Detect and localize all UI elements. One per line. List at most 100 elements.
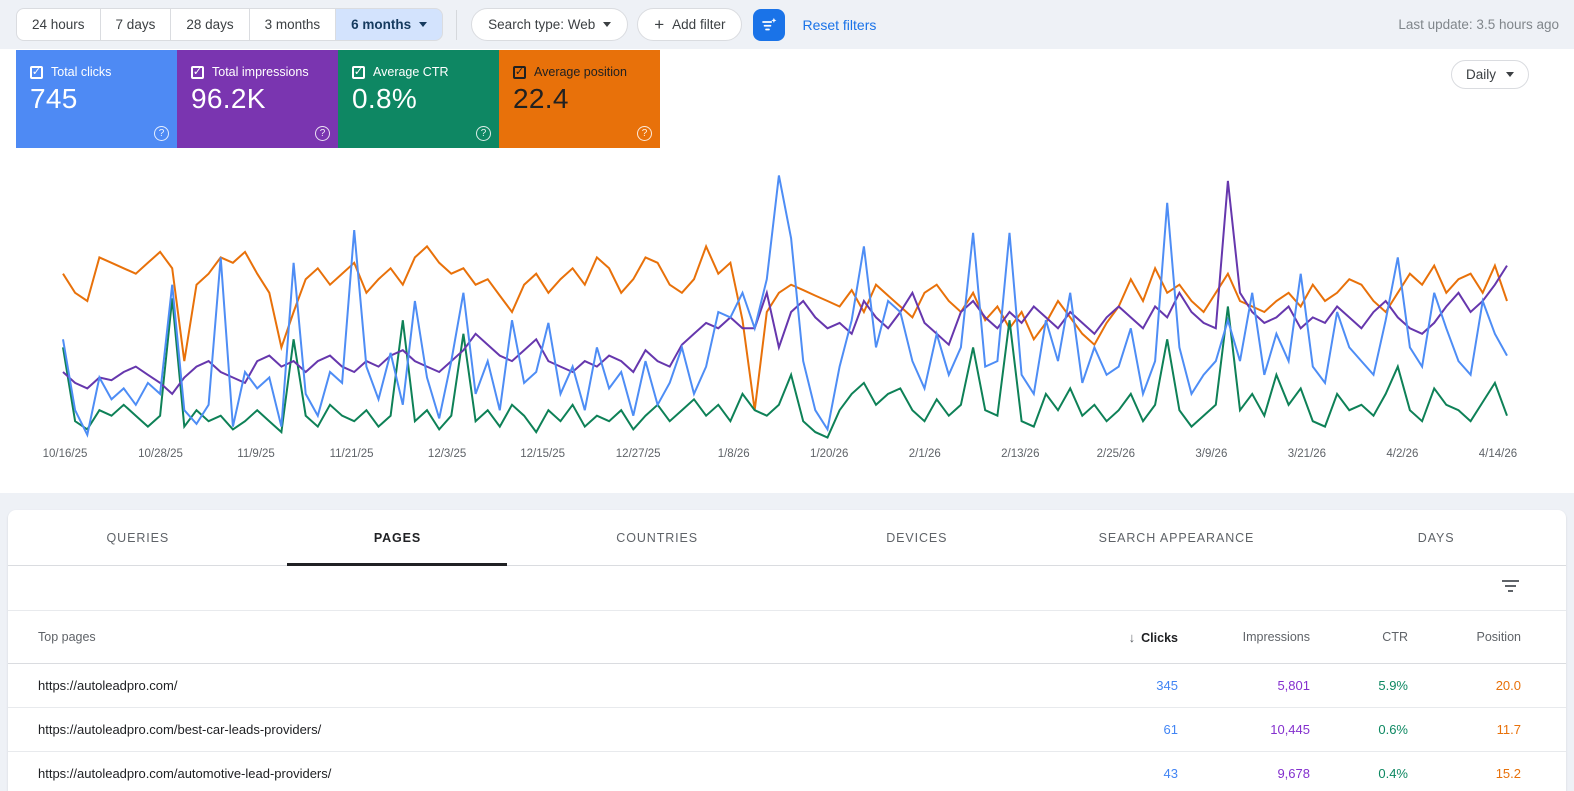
page-url-cell[interactable]: https://autoleadpro.com/ (38, 678, 1038, 693)
date-range-28-days[interactable]: 28 days (170, 8, 249, 41)
metric-card-header: ✓ Total impressions (177, 50, 338, 79)
impressions-cell: 10,445 (1178, 722, 1310, 737)
x-tick-label: 1/20/26 (810, 448, 848, 460)
series-line-impressions (63, 181, 1507, 394)
metric-checkbox[interactable]: ✓ (30, 66, 43, 79)
page-url-cell[interactable]: https://autoleadpro.com/best-car-leads-p… (38, 722, 1038, 737)
x-tick-label: 4/2/26 (1386, 448, 1418, 460)
help-icon[interactable]: ? (637, 126, 652, 141)
metric-card-header: ✓ Average CTR (338, 50, 499, 79)
clicks-cell: 61 (1038, 722, 1178, 737)
column-header-top-pages[interactable]: Top pages (38, 630, 1038, 644)
x-tick-label: 10/28/25 (138, 448, 183, 460)
date-range-24-hours[interactable]: 24 hours (16, 8, 101, 41)
last-update-text: Last update: 3.5 hours ago (1398, 17, 1559, 32)
date-range-6-months[interactable]: 6 months (335, 8, 443, 41)
table-row[interactable]: https://autoleadpro.com/best-car-leads-p… (8, 708, 1566, 752)
column-header-position[interactable]: Position (1408, 630, 1521, 644)
date-range-7-days[interactable]: 7 days (100, 8, 172, 41)
search-console-performance-page: 24 hours 7 days 28 days 3 months 6 months Se… (0, 0, 1574, 791)
dimension-tabs: QUERIES PAGES COUNTRIES DEVICES SEARCH APPEA… (8, 510, 1566, 566)
x-tick-label: 1/8/26 (718, 448, 750, 460)
performance-chart-card: ✓ Total clicks745? ✓ Total impressions96.2K… (0, 49, 1574, 493)
x-tick-label: 2/1/26 (909, 448, 941, 460)
tab-search-appearance[interactable]: SEARCH APPEARANCE (1047, 510, 1307, 565)
date-range-label: 24 hours (32, 17, 85, 32)
date-range-label: 3 months (265, 17, 321, 32)
page-url-cell[interactable]: https://autoleadpro.com/automotive-lead-… (38, 766, 1038, 781)
metric-value: 22.4 (499, 79, 660, 115)
column-header-clicks[interactable]: ↓Clicks (1038, 630, 1178, 645)
metric-card-header: ✓Average position (499, 50, 660, 79)
x-tick-label: 11/21/25 (330, 448, 374, 460)
help-icon[interactable]: ? (476, 126, 491, 141)
filter-bar: 24 hours 7 days 28 days 3 months 6 months Se… (0, 0, 1574, 49)
metric-card-average-position[interactable]: ✓Average position22.4? (499, 50, 660, 148)
ctr-cell: 5.9% (1310, 678, 1408, 693)
date-range-label: 6 months (351, 17, 411, 32)
performance-line-chart[interactable] (0, 159, 1574, 449)
tab-label: SEARCH APPEARANCE (1099, 531, 1255, 545)
column-header-label: Clicks (1141, 631, 1178, 645)
tab-label: PAGES (374, 531, 421, 545)
smart-filter-button[interactable] (753, 9, 785, 41)
tab-label: DEVICES (886, 531, 947, 545)
position-cell: 20.0 (1408, 678, 1521, 693)
chevron-down-icon (419, 22, 427, 27)
tab-days[interactable]: DAYS (1306, 510, 1566, 565)
tab-label: QUERIES (107, 531, 170, 545)
search-type-button[interactable]: Search type: Web (471, 8, 628, 41)
metric-card-total-clicks[interactable]: ✓ Total clicks745? (16, 50, 177, 148)
granularity-button[interactable]: Daily (1451, 60, 1529, 89)
column-header-label: Position (1477, 630, 1521, 644)
x-tick-label: 2/13/26 (1001, 448, 1039, 460)
impressions-cell: 9,678 (1178, 766, 1310, 781)
table-filter-icon[interactable] (1502, 580, 1519, 596)
metric-card-total-impressions[interactable]: ✓ Total impressions96.2K? (177, 50, 338, 148)
position-cell: 15.2 (1408, 766, 1521, 781)
metric-label: Total clicks (51, 65, 111, 79)
date-range-label: 7 days (116, 17, 156, 32)
ctr-cell: 0.6% (1310, 722, 1408, 737)
table-row[interactable]: https://autoleadpro.com/automotive-lead-… (8, 752, 1566, 791)
column-header-impressions[interactable]: Impressions (1178, 630, 1310, 644)
help-icon[interactable]: ? (315, 126, 330, 141)
metric-label: Average CTR (373, 65, 449, 79)
metric-checkbox[interactable]: ✓ (352, 66, 365, 79)
x-tick-label: 10/16/25 (43, 448, 88, 460)
x-tick-label: 12/15/25 (520, 448, 565, 460)
date-range-3-months[interactable]: 3 months (249, 8, 337, 41)
tab-pages[interactable]: PAGES (268, 510, 528, 565)
table-row[interactable]: https://autoleadpro.com/3455,8015.9%20.0 (8, 664, 1566, 708)
chart-x-axis: 10/16/2510/28/2511/9/2511/21/2512/3/2512… (0, 448, 1574, 464)
clicks-cell: 43 (1038, 766, 1178, 781)
x-tick-label: 3/21/26 (1288, 448, 1326, 460)
metric-value: 745 (16, 79, 177, 115)
tab-countries[interactable]: COUNTRIES (527, 510, 787, 565)
reset-filters-link[interactable]: Reset filters (802, 17, 876, 33)
table-body: https://autoleadpro.com/3455,8015.9%20.0… (8, 664, 1566, 791)
date-range-group: 24 hours 7 days 28 days 3 months 6 months (16, 8, 443, 41)
dimensions-table-card: QUERIES PAGES COUNTRIES DEVICES SEARCH APPEA… (8, 510, 1566, 791)
chevron-down-icon (603, 22, 611, 27)
metric-value: 96.2K (177, 79, 338, 115)
help-icon[interactable]: ? (154, 126, 169, 141)
x-tick-label: 12/3/25 (428, 448, 466, 460)
search-type-label: Search type: Web (488, 17, 595, 32)
metric-card-average-ctr[interactable]: ✓ Average CTR0.8%? (338, 50, 499, 148)
column-header-label: Impressions (1243, 630, 1310, 644)
tab-queries[interactable]: QUERIES (8, 510, 268, 565)
x-tick-label: 3/9/26 (1195, 448, 1227, 460)
column-header-ctr[interactable]: CTR (1310, 630, 1408, 644)
tab-devices[interactable]: DEVICES (787, 510, 1047, 565)
tab-label: COUNTRIES (616, 531, 698, 545)
tab-label: DAYS (1418, 531, 1455, 545)
metric-value: 0.8% (338, 79, 499, 115)
divider (456, 10, 457, 40)
metric-checkbox[interactable]: ✓ (191, 66, 204, 79)
metric-checkbox[interactable]: ✓ (513, 66, 526, 79)
granularity-label: Daily (1466, 67, 1496, 82)
add-filter-button[interactable]: + Add filter (637, 8, 742, 41)
metric-label: Total impressions (212, 65, 309, 79)
metric-cards: ✓ Total clicks745? ✓ Total impressions96.2K… (16, 50, 660, 148)
